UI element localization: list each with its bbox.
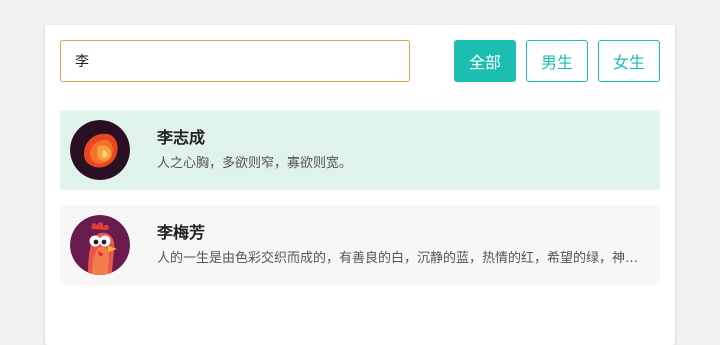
filter-female-button[interactable]: 女生 bbox=[598, 40, 660, 82]
search-input[interactable] bbox=[60, 40, 410, 82]
filter-all-button[interactable]: 全部 bbox=[454, 40, 516, 82]
contact-description: 人的一生是由色彩交织而成的，有善良的白，沉静的蓝，热情的红，希望的绿，神秘的紫。 bbox=[157, 251, 647, 266]
contact-description: 人之心胸，多欲则窄，寡欲则宽。 bbox=[157, 156, 353, 171]
lion-avatar-icon bbox=[70, 120, 130, 180]
contact-filter-card: 全部 男生 女生 李志成 人之心胸，多欲则窄，寡欲则宽。 bbox=[45, 25, 675, 345]
contact-name: 李梅芳 bbox=[157, 223, 206, 242]
filter-male-button[interactable]: 男生 bbox=[526, 40, 588, 82]
contact-name: 李志成 bbox=[157, 128, 206, 147]
rooster-avatar-icon bbox=[70, 215, 130, 275]
list-item[interactable]: 李梅芳 人的一生是由色彩交织而成的，有善良的白，沉静的蓝，热情的红，希望的绿，神… bbox=[60, 205, 660, 285]
list-item[interactable]: 李志成 人之心胸，多欲则窄，寡欲则宽。 bbox=[60, 110, 660, 190]
